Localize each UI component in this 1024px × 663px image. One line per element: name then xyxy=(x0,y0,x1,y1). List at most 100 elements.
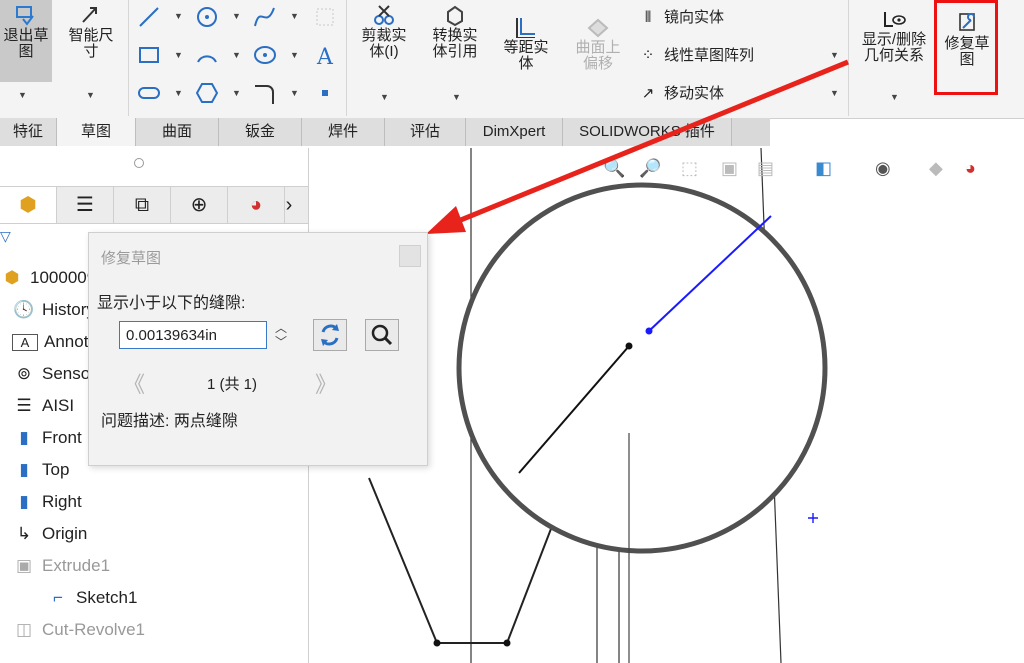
polygon-icon[interactable] xyxy=(194,80,220,106)
dimxpert-manager-tab[interactable]: ⊕ xyxy=(171,187,228,223)
chevron-down-icon[interactable]: ▼ xyxy=(232,50,241,60)
ellipse-icon[interactable] xyxy=(252,42,278,68)
chevron-down-icon[interactable]: ▼ xyxy=(890,92,899,102)
tree-item-origin[interactable]: ↳ Origin xyxy=(12,524,87,544)
chevron-down-icon[interactable]: ▼ xyxy=(174,50,183,60)
origin-icon: ↳ xyxy=(16,524,32,543)
tree-item-material[interactable]: ☰ AISI xyxy=(12,396,74,416)
property-manager-tab[interactable]: ☰ xyxy=(57,187,114,223)
command-manager-ribbon: 退出草 图 ▼ 智能尺 寸 ▼ ▼ ▼ ▼ ▼ ▼ ▼ A ▼ ▼ ▼ 剪裁实 … xyxy=(0,0,1024,119)
zoom-circle xyxy=(456,182,828,554)
tree-item-sketch[interactable]: ⌐ Sketch1 xyxy=(46,588,137,608)
gap-spinner[interactable]: ︿ ﹀ xyxy=(275,321,287,349)
tab-sheet-metal[interactable]: 钣金 xyxy=(219,118,302,146)
smart-dimension-button[interactable]: 智能尺 寸 xyxy=(58,0,124,60)
section-view-icon[interactable]: ▣ xyxy=(721,158,738,179)
spinner-down-icon[interactable]: ﹀ xyxy=(275,335,287,349)
move-entities-button[interactable]: ↗ 移动实体 xyxy=(638,82,724,103)
spline-icon[interactable] xyxy=(252,4,278,30)
problem-description: 问题描述: 两点缝隙 xyxy=(101,407,238,431)
property-list-icon: ☰ xyxy=(76,194,94,216)
refresh-icon xyxy=(321,324,339,346)
tab-sketch[interactable]: 草图 xyxy=(57,118,136,146)
gap-point-blue xyxy=(645,327,653,335)
exit-sketch-button[interactable]: 退出草 图 xyxy=(0,0,52,82)
tree-item-history[interactable]: 🕓 History xyxy=(12,300,95,320)
chevron-down-icon[interactable]: ▼ xyxy=(830,88,839,98)
cut-revolve-icon: ◫ xyxy=(15,620,33,639)
relations-eye-icon xyxy=(884,12,906,27)
feature-manager-tab[interactable]: ⬢ xyxy=(0,187,57,223)
tree-item-label: AISI xyxy=(42,396,75,415)
mirror-entities-button[interactable]: ⦀ 镜向实体 xyxy=(638,6,724,27)
previous-issue-button[interactable]: 《 xyxy=(123,367,145,399)
next-issue-button[interactable]: 》 xyxy=(315,367,337,399)
fillet-icon[interactable] xyxy=(252,80,278,106)
chevron-down-icon[interactable]: ▼ xyxy=(232,88,241,98)
linear-pattern-icon: ⁘ xyxy=(641,47,655,64)
tree-item-label: History xyxy=(42,300,95,319)
chevron-down-icon[interactable]: ▼ xyxy=(86,90,95,100)
line-icon[interactable] xyxy=(136,4,162,30)
trim-entities-button[interactable]: 剪裁实 体(I) xyxy=(352,0,416,60)
tree-item-top-plane[interactable]: ▮ Top xyxy=(12,460,69,480)
chevron-down-icon[interactable]: ▼ xyxy=(380,92,389,102)
tab-features[interactable]: 特征 xyxy=(0,118,57,146)
configuration-manager-tab[interactable]: ⧉ xyxy=(114,187,171,223)
zoom-to-fit-icon[interactable]: 🔍 xyxy=(603,158,625,179)
chevron-down-icon[interactable]: ▼ xyxy=(452,92,461,102)
convert-entities-button[interactable]: 转换实 体引用 xyxy=(420,0,490,60)
previous-view-icon[interactable]: ⬚ xyxy=(681,158,698,179)
filter-icon[interactable]: ▽ xyxy=(0,228,11,245)
zoom-to-gap-button[interactable] xyxy=(365,319,399,351)
rectangle-icon[interactable] xyxy=(136,42,162,68)
sketch-line xyxy=(368,477,438,644)
chevron-down-icon[interactable]: ▼ xyxy=(290,50,299,60)
chevron-down-icon[interactable]: ▼ xyxy=(18,90,27,100)
chevron-down-icon[interactable]: ▼ xyxy=(232,11,241,21)
slot-icon[interactable] xyxy=(136,80,162,106)
linear-pattern-button[interactable]: ⁘ 线性草图阵列 xyxy=(638,44,754,65)
tab-evaluate[interactable]: 评估 xyxy=(385,118,466,146)
offset-on-surface-button[interactable]: 曲面上 偏移 xyxy=(566,12,630,72)
tab-surfaces[interactable]: 曲面 xyxy=(136,118,219,146)
gap-value-input[interactable] xyxy=(119,321,267,349)
point-icon[interactable] xyxy=(312,80,338,106)
edit-appearance-icon[interactable]: ◆ xyxy=(929,158,943,179)
more-tabs-button[interactable]: › xyxy=(270,187,308,223)
tab-solidworks-addins[interactable]: SOLIDWORKS 插件 xyxy=(563,118,732,146)
apply-scene-icon[interactable]: ◕ xyxy=(965,158,976,179)
zoom-to-area-icon[interactable]: 🔎 xyxy=(639,158,661,179)
tree-item-cut-revolve[interactable]: ◫ Cut-Revolve1 xyxy=(12,620,145,640)
exit-sketch-label: 退出草 图 xyxy=(3,27,49,60)
tree-item-front-plane[interactable]: ▮ Front xyxy=(12,428,81,448)
panel-grip[interactable] xyxy=(134,158,144,168)
repair-sketch-dialog: 修复草图 显示小于以下的缝隙: ︿ ﹀ 《 1 (共 1) 》 问题描述: 两点… xyxy=(88,232,428,466)
spinner-up-icon[interactable]: ︿ xyxy=(275,321,287,335)
display-delete-relations-button[interactable]: 显示/删除 几何关系 xyxy=(852,4,936,64)
linear-pattern-label: 线性草图阵列 xyxy=(664,47,755,64)
tab-dimxpert[interactable]: DimXpert xyxy=(466,118,563,146)
circle-icon[interactable] xyxy=(194,4,220,30)
chevron-down-icon[interactable]: ▼ xyxy=(290,88,299,98)
chevron-down-icon[interactable]: ▼ xyxy=(174,88,183,98)
exit-sketch-icon xyxy=(16,6,34,26)
arc-icon[interactable] xyxy=(194,42,220,68)
hide-show-items-icon[interactable]: ◉ xyxy=(875,158,891,179)
text-icon[interactable]: A xyxy=(312,42,338,68)
chevron-down-icon[interactable]: ▼ xyxy=(830,50,839,60)
view-orientation-icon[interactable]: ▤ xyxy=(757,158,774,179)
ribbon-divider xyxy=(128,0,129,116)
display-style-icon[interactable]: ◧ xyxy=(815,158,832,179)
close-button[interactable] xyxy=(399,245,421,267)
construction-geometry-icon xyxy=(316,8,334,26)
offset-entities-button[interactable]: 等距实 体 xyxy=(494,12,558,72)
tab-weldments[interactable]: 焊件 xyxy=(302,118,385,146)
refresh-button[interactable] xyxy=(313,319,347,351)
panel-tabs: ⬢ ☰ ⧉ ⊕ ◕ › xyxy=(0,186,308,224)
tree-item-extrude[interactable]: ▣ Extrude1 xyxy=(12,556,110,576)
chevron-down-icon[interactable]: ▼ xyxy=(174,11,183,21)
chevron-down-icon[interactable]: ▼ xyxy=(290,11,299,21)
tree-item-label: Top xyxy=(42,460,70,479)
tree-item-right-plane[interactable]: ▮ Right xyxy=(12,492,81,512)
